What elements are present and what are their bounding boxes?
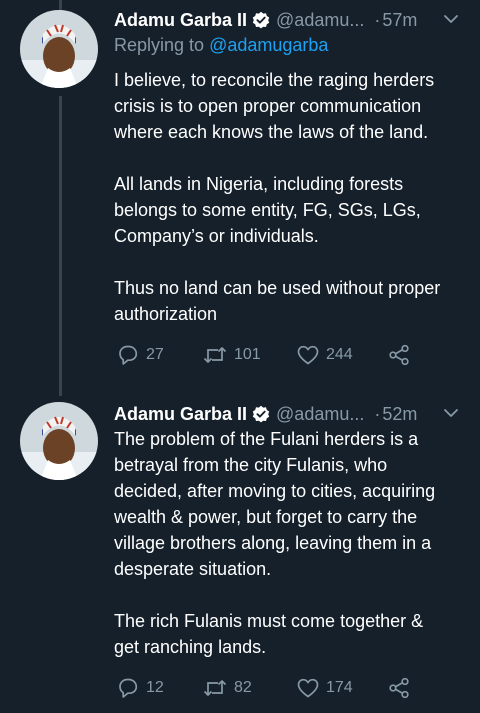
like-count: 244 <box>326 346 353 363</box>
text-line: desperate situation. <box>114 559 272 579</box>
retweet-count: 101 <box>234 346 261 363</box>
like-count: 174 <box>326 679 353 696</box>
timestamp[interactable]: 57m <box>382 10 417 31</box>
chevron-down-icon[interactable] <box>442 10 460 28</box>
display-name[interactable]: Adamu Garba II <box>114 404 247 425</box>
heart-icon <box>297 345 319 365</box>
text-line: The problem of the Fulani herders is a <box>114 429 419 449</box>
separator-dot: · <box>374 403 381 424</box>
text-line: decided, after moving to cities, acquiri… <box>114 481 436 501</box>
retweet-button[interactable]: 101 <box>202 341 261 369</box>
share-icon <box>389 677 409 699</box>
retweet-count: 82 <box>234 679 252 696</box>
text-line: betrayal from the city Fulanis, who <box>114 455 388 475</box>
replying-prefix: Replying to <box>114 35 210 55</box>
retweet-button[interactable]: 82 <box>202 674 252 702</box>
share-button[interactable] <box>387 674 417 702</box>
tweet-header: Adamu Garba II @adamu... · 57m <box>114 8 474 32</box>
retweet-icon <box>203 680 227 696</box>
replying-to: Replying to @adamugarba <box>114 35 328 56</box>
reply-count: 27 <box>146 346 164 363</box>
tweet-paragraph: Thus no land can be used without proper … <box>114 275 474 327</box>
verified-badge-icon <box>252 405 270 423</box>
text-line: authorization <box>114 304 218 324</box>
text-line: I believe, to reconcile the raging herde… <box>114 70 435 90</box>
share-icon <box>389 344 409 366</box>
display-name[interactable]: Adamu Garba II <box>114 10 247 31</box>
text-line: where each knows the laws of the land. <box>114 122 429 142</box>
reply-icon <box>119 345 138 365</box>
text-line: wealth & power, but forget to carry the <box>114 507 418 527</box>
handle[interactable]: @adamu... <box>276 404 364 425</box>
action-bar: 27 101 244 <box>114 341 474 369</box>
text-line: get ranching lands. <box>114 637 267 657</box>
tweet-paragraph: I believe, to reconcile the raging herde… <box>114 67 474 145</box>
text-line: All lands in Nigeria, including forests <box>114 174 404 194</box>
tweet-1[interactable]: Adamu Garba II @adamu... · 57m Replying … <box>0 8 480 378</box>
tweet-text: The problem of the Fulani herders is a b… <box>114 426 474 660</box>
text-line: crisis is to open proper communication <box>114 96 422 116</box>
like-button[interactable]: 244 <box>296 341 353 369</box>
tweet-header: Adamu Garba II @adamu... · 52m <box>114 402 474 426</box>
tweet-text: I believe, to reconcile the raging herde… <box>114 67 474 327</box>
chevron-down-icon[interactable] <box>442 404 460 422</box>
text-line: belongs to some entity, FG, SGs, LGs, <box>114 200 421 220</box>
handle[interactable]: @adamu... <box>276 10 364 31</box>
tweet-paragraph: The problem of the Fulani herders is a b… <box>114 426 474 582</box>
like-button[interactable]: 174 <box>296 674 353 702</box>
tweet-paragraph: All lands in Nigeria, including forests … <box>114 171 474 249</box>
retweet-icon <box>203 347 227 363</box>
action-bar: 12 82 174 <box>114 674 474 702</box>
tweet-paragraph: The rich Fulanis must come together & ge… <box>114 608 474 660</box>
reply-button[interactable]: 27 <box>116 341 164 369</box>
avatar[interactable] <box>20 402 98 480</box>
reply-icon <box>119 678 138 698</box>
share-button[interactable] <box>387 341 417 369</box>
mention-link[interactable]: @adamugarba <box>209 35 328 55</box>
text-line: Thus no land can be used without proper <box>114 278 441 298</box>
text-line: The rich Fulanis must come together & <box>114 611 424 631</box>
reply-button[interactable]: 12 <box>116 674 164 702</box>
timestamp[interactable]: 52m <box>382 404 417 425</box>
verified-badge-icon <box>252 11 270 29</box>
tweet-2[interactable]: Adamu Garba II @adamu... · 52m The probl… <box>0 402 480 712</box>
reply-count: 12 <box>146 679 164 696</box>
separator-dot: · <box>374 9 381 30</box>
text-line: Company’s or individuals. <box>114 226 319 246</box>
heart-icon <box>297 678 319 698</box>
avatar[interactable] <box>20 10 98 88</box>
text-line: village brothers along, leaving them in … <box>114 533 432 553</box>
